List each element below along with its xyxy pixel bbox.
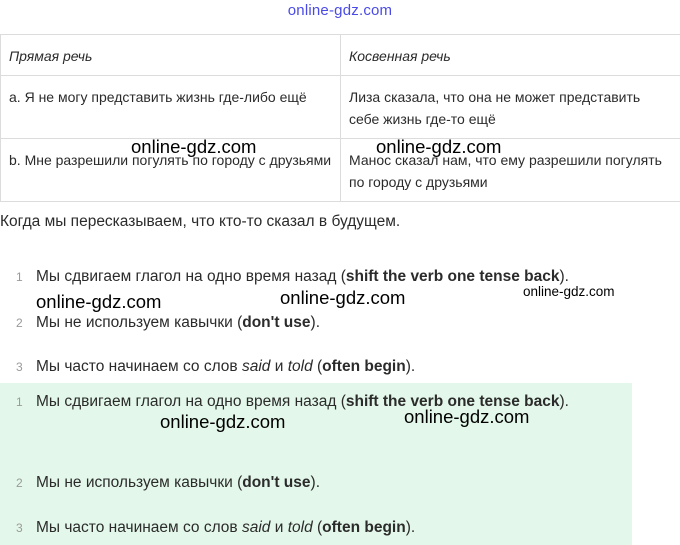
header-direct-speech: Прямая речь [0,34,341,76]
item-number: 1 [16,395,23,409]
item-number: 1 [16,270,23,284]
direct-speech-cell: a. Я не могу представить жизнь где-либо … [0,75,341,139]
item-text: Мы не используем кавычки (don't use). [36,314,320,331]
watermark-text: online-gdz.com [36,291,162,312]
site-logo: online-gdz.com [287,2,393,19]
item-text: Мы часто начинаем со слов said и told (o… [36,358,416,375]
speech-comparison-table: Прямая речь Косвенная речь a. Я не могу … [0,34,680,202]
intro-text: Когда мы пересказываем, что кто-то сказа… [0,213,401,230]
item-text: Мы часто начинаем со слов said и told (o… [36,519,416,536]
item-text: Мы не используем кавычки (don't use). [36,474,320,491]
item-number: 3 [16,360,23,374]
watermark-text: online-gdz.com [131,136,257,157]
header-reported-speech: Косвенная речь [340,34,680,76]
highlighted-rules-block: 1 Мы сдвигаем глагол на одно время назад… [0,383,632,545]
table-header-row: Прямая речь Косвенная речь [0,34,680,76]
table-row: b. Мне разрешили погулять по городу с др… [0,138,680,202]
watermark-text: online-gdz.com [523,284,615,299]
item-number: 2 [16,316,23,330]
item-number: 2 [16,476,23,490]
table-row: a. Я не могу представить жизнь где-либо … [0,75,680,139]
watermark-text: online-gdz.com [280,287,406,308]
reported-speech-cell: Лиза сказала, что она не может представи… [340,75,680,139]
watermark-text: online-gdz.com [376,136,502,157]
watermark-text: online-gdz.com [160,411,286,432]
item-number: 3 [16,521,23,535]
watermark-text: online-gdz.com [404,406,530,427]
